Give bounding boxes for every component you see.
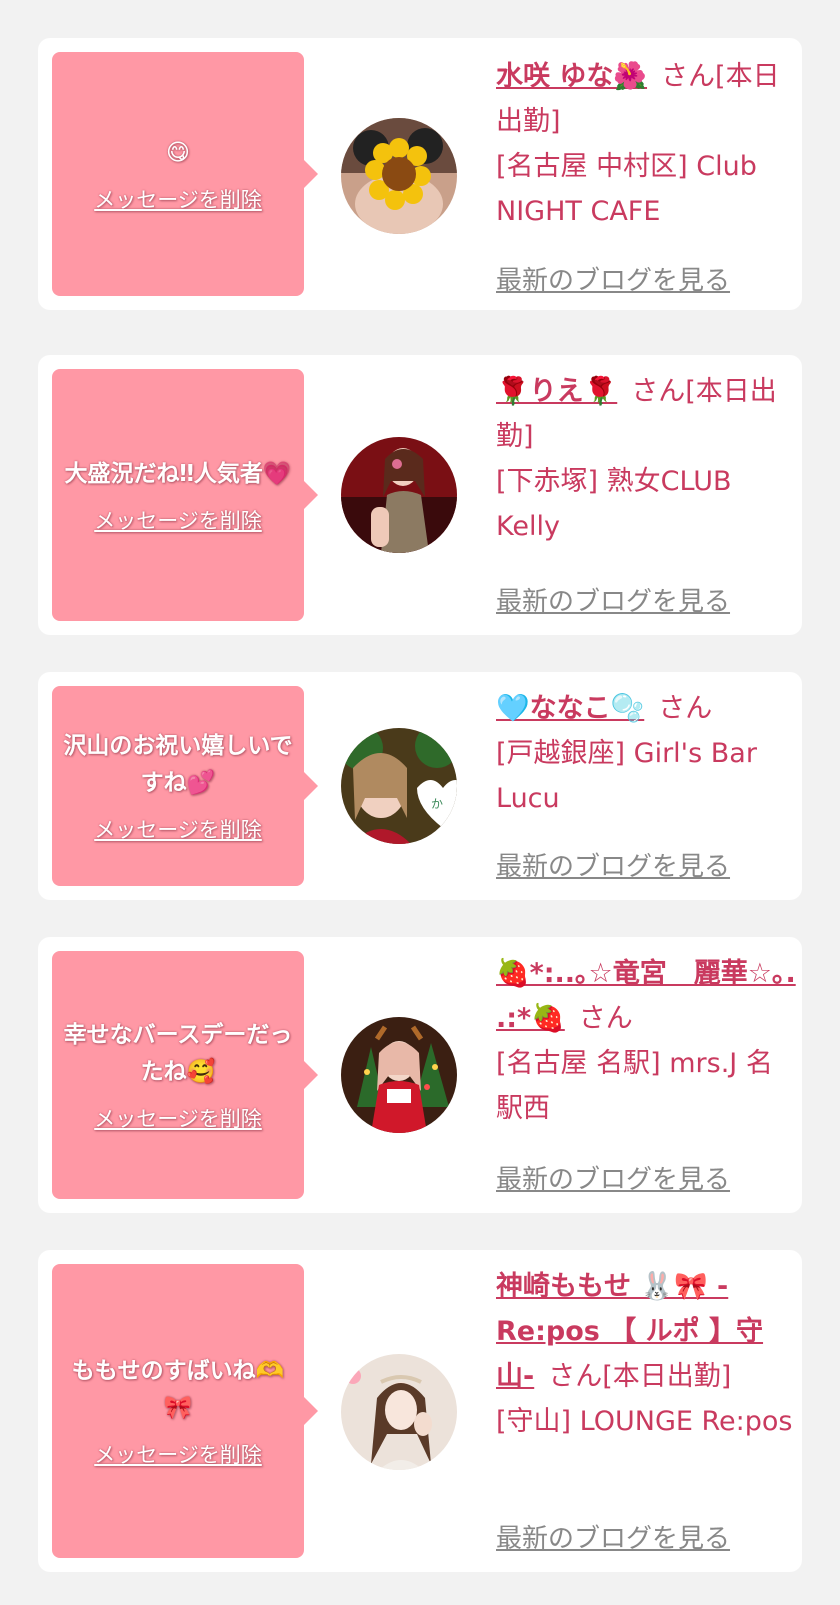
message-text: ももせのすばいね🫶🎀 <box>71 1358 285 1421</box>
list-item: 幸せなバースデーだったね🥰 メッセージを削除 🍓*:..｡☆竜宮 麗華☆｡. .… <box>38 937 802 1213</box>
item-info: 🌹りえ🌹 さん[本日出勤] [下赤塚] 熟女CLUB Kelly <box>496 369 796 549</box>
list-item: 😋 メッセージを削除 水咲 ゆな🌺 さん[本日出勤] [名古屋 中村区] Club <box>38 38 802 310</box>
user-suffix: さん <box>658 693 713 724</box>
avatar-image <box>341 118 457 234</box>
message-bubble: ももせのすばいね🫶🎀 メッセージを削除 <box>52 1264 318 1558</box>
delete-message-link[interactable]: メッセージを削除 <box>94 184 262 214</box>
item-info: 水咲 ゆな🌺 さん[本日出勤] [名古屋 中村区] Club NIGHT CAFE <box>496 54 796 234</box>
svg-text:か: か <box>431 797 443 811</box>
message-text: 沢山のお祝い嬉しいですね💕 <box>63 733 293 796</box>
user-suffix: さん <box>578 1003 633 1034</box>
delete-message-link[interactable]: メッセージを削除 <box>94 505 262 535</box>
message-text: 😋 <box>166 139 190 166</box>
list-item: 沢山のお祝い嬉しいですね💕 メッセージを削除 か 🩵ななこ🫧 さん [戸越銀座] … <box>38 672 802 900</box>
message-text: 大盛況だね‼人気者💗 <box>64 460 292 487</box>
item-info: 🩵ななこ🫧 さん [戸越銀座] Girl's Bar Lucu <box>496 686 796 821</box>
shop-name: [守山] LOUNGE Re:pos <box>496 1406 793 1437</box>
message-text: 幸せなバースデーだったね🥰 <box>63 1022 293 1085</box>
avatar[interactable]: か <box>341 728 457 844</box>
avatar-image <box>341 1017 457 1133</box>
user-suffix: さん[本日出勤] <box>548 1361 732 1392</box>
shop-name: [下赤塚] 熟女CLUB Kelly <box>496 466 732 542</box>
message-bubble: 沢山のお祝い嬉しいですね💕 メッセージを削除 <box>52 686 318 886</box>
user-name-link[interactable]: 🌹りえ🌹 <box>496 376 617 407</box>
latest-blog-link[interactable]: 最新のブログを見る <box>496 260 730 297</box>
item-info: 神崎ももせ 🐰🎀 -Re:pos 【 ルポ 】守山- さん[本日出勤] [守山] … <box>496 1264 796 1444</box>
avatar[interactable] <box>341 437 457 553</box>
avatar-image: か <box>341 728 457 844</box>
shop-name: [名古屋 名駅] mrs.J 名駅西 <box>496 1048 773 1124</box>
latest-blog-link[interactable]: 最新のブログを見る <box>496 581 730 618</box>
message-bubble: 幸せなバースデーだったね🥰 メッセージを削除 <box>52 951 318 1199</box>
message-list: 😋 メッセージを削除 水咲 ゆな🌺 さん[本日出勤] [名古屋 中村区] Club <box>0 0 840 1605</box>
delete-message-link[interactable]: メッセージを削除 <box>94 1103 262 1133</box>
list-item: 大盛況だね‼人気者💗 メッセージを削除 🌹りえ🌹 さん[本日出勤] [下赤塚] 熟… <box>38 355 802 635</box>
avatar[interactable] <box>341 118 457 234</box>
user-name-link[interactable]: 水咲 ゆな🌺 <box>496 61 647 92</box>
latest-blog-link[interactable]: 最新のブログを見る <box>496 846 730 883</box>
avatar-image <box>341 1354 457 1470</box>
list-item: ももせのすばいね🫶🎀 メッセージを削除 神崎ももせ 🐰🎀 -Re:pos 【 ル… <box>38 1250 802 1572</box>
latest-blog-link[interactable]: 最新のブログを見る <box>496 1518 730 1555</box>
user-name-link[interactable]: 🩵ななこ🫧 <box>496 693 644 724</box>
latest-blog-link[interactable]: 最新のブログを見る <box>496 1159 730 1196</box>
shop-name: [名古屋 中村区] Club NIGHT CAFE <box>496 151 757 227</box>
delete-message-link[interactable]: メッセージを削除 <box>94 1439 262 1469</box>
user-name-link[interactable]: 🍓*:..｡☆竜宮 麗華☆｡. .:*🍓 <box>496 958 796 1034</box>
item-info: 🍓*:..｡☆竜宮 麗華☆｡. .:*🍓 さん [名古屋 名駅] mrs.J 名駅… <box>496 951 796 1131</box>
message-bubble: 大盛況だね‼人気者💗 メッセージを削除 <box>52 369 318 621</box>
avatar[interactable] <box>341 1354 457 1470</box>
shop-name: [戸越銀座] Girl's Bar Lucu <box>496 738 757 814</box>
avatar[interactable] <box>341 1017 457 1133</box>
avatar-image <box>341 437 457 553</box>
delete-message-link[interactable]: メッセージを削除 <box>94 814 262 844</box>
message-bubble: 😋 メッセージを削除 <box>52 52 318 296</box>
